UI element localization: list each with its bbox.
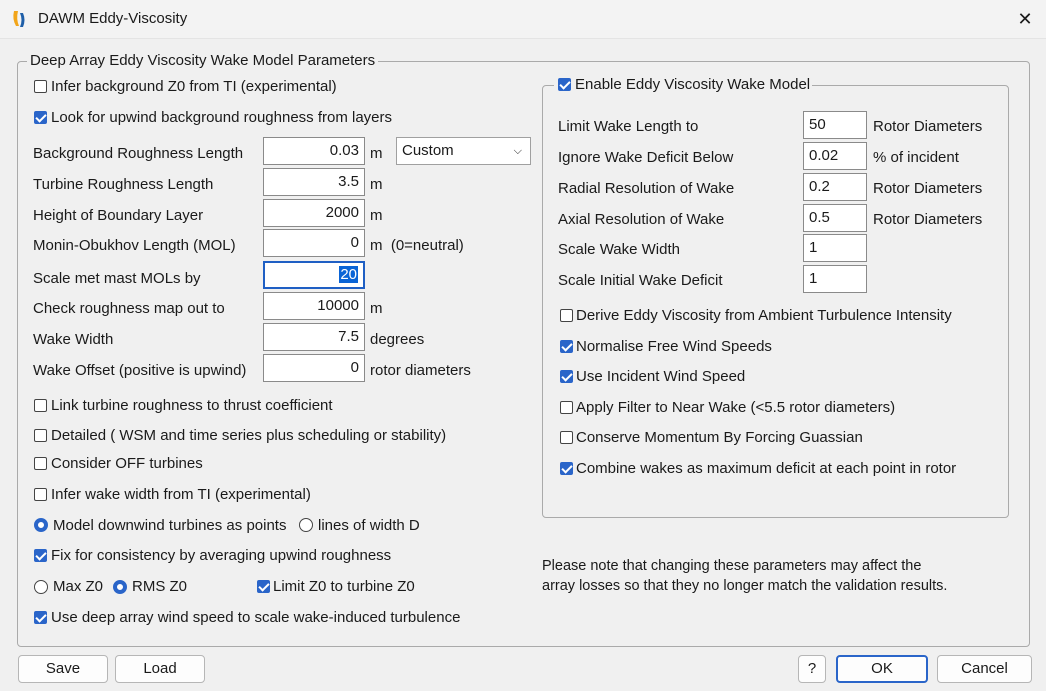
help-button[interactable]: ?: [798, 655, 826, 683]
derive-eddy-label: Derive Eddy Viscosity from Ambient Turbu…: [576, 307, 952, 324]
check-roughness-unit: m: [370, 300, 383, 317]
infer-wake-width-checkbox[interactable]: [34, 488, 47, 501]
check-roughness-input[interactable]: 10000: [263, 292, 365, 320]
limit-z0-label: Limit Z0 to turbine Z0: [273, 578, 415, 595]
fix-consistency-checkbox[interactable]: [34, 549, 47, 562]
wake-width-label: Wake Width: [33, 331, 114, 348]
boundary-layer-unit: m: [370, 207, 383, 224]
infer-z0-checkbox[interactable]: [34, 80, 47, 93]
infer-z0-label: Infer background Z0 from TI (experimenta…: [51, 78, 337, 95]
wake-offset-input[interactable]: 0: [263, 354, 365, 382]
conserve-label: Conserve Momentum By Forcing Guassian: [576, 429, 863, 446]
use-deep-array-checkbox[interactable]: [34, 611, 47, 624]
load-button[interactable]: Load: [115, 655, 205, 683]
roughness-preset-value: Custom: [402, 142, 454, 159]
combine-label: Combine wakes as maximum deficit at each…: [576, 460, 957, 477]
scale-mol-input[interactable]: 20: [263, 261, 365, 289]
model-points-radio[interactable]: [34, 518, 48, 532]
cancel-button[interactable]: Cancel: [937, 655, 1032, 683]
note-line-1: Please note that changing these paramete…: [542, 558, 922, 574]
app-logo-icon: [13, 11, 25, 27]
max-z0-radio[interactable]: [34, 580, 48, 594]
limit-wake-length-label: Limit Wake Length to: [558, 118, 699, 135]
ignore-deficit-unit: % of incident: [873, 149, 959, 166]
wake-offset-unit: rotor diameters: [370, 362, 471, 379]
mol-label: Monin-Obukhov Length (MOL): [33, 237, 236, 254]
radial-resolution-input[interactable]: 0.2: [803, 173, 867, 201]
derive-eddy-checkbox[interactable]: [560, 309, 573, 322]
consider-off-checkbox[interactable]: [34, 457, 47, 470]
axial-resolution-unit: Rotor Diameters: [873, 211, 983, 228]
lines-width-radio[interactable]: [299, 518, 313, 532]
boundary-layer-input[interactable]: 2000: [263, 199, 365, 227]
scale-initial-deficit-label: Scale Initial Wake Deficit: [558, 272, 723, 289]
scale-mol-label: Scale met mast MOLs by: [33, 270, 201, 287]
rms-z0-radio[interactable]: [113, 580, 127, 594]
limit-wake-length-unit: Rotor Diameters: [873, 118, 983, 135]
enable-eddy-checkbox[interactable]: [558, 78, 571, 91]
consider-off-label: Consider OFF turbines: [51, 455, 203, 472]
ignore-deficit-input[interactable]: 0.02: [803, 142, 867, 170]
window-title: DAWM Eddy-Viscosity: [38, 10, 188, 27]
look-upwind-label: Look for upwind background roughness fro…: [51, 109, 393, 126]
limit-wake-length-input[interactable]: 50: [803, 111, 867, 139]
turbine-roughness-unit: m: [370, 176, 383, 193]
detailed-checkbox[interactable]: [34, 429, 47, 442]
check-roughness-label: Check roughness map out to: [33, 300, 225, 317]
infer-wake-width-label: Infer wake width from TI (experimental): [51, 486, 311, 503]
mol-unit: m (0=neutral): [370, 237, 464, 254]
enable-eddy-label: Enable Eddy Viscosity Wake Model: [575, 76, 811, 93]
normalise-label: Normalise Free Wind Speeds: [576, 338, 772, 355]
filter-checkbox[interactable]: [560, 401, 573, 414]
normalise-checkbox[interactable]: [560, 340, 573, 353]
wake-width-input[interactable]: 7.5: [263, 323, 365, 351]
scale-wake-width-input[interactable]: 1: [803, 234, 867, 262]
fix-consistency-label: Fix for consistency by averaging upwind …: [51, 547, 392, 564]
background-roughness-input[interactable]: 0.03: [263, 137, 365, 165]
radial-resolution-label: Radial Resolution of Wake: [558, 180, 735, 197]
scale-mol-value: 20: [339, 266, 358, 283]
lines-width-label: lines of width D: [318, 517, 420, 534]
turbine-roughness-label: Turbine Roughness Length: [33, 176, 214, 193]
link-roughness-label: Link turbine roughness to thrust coeffic…: [51, 397, 333, 414]
rms-z0-label: RMS Z0: [132, 578, 188, 595]
wake-width-unit: degrees: [370, 331, 425, 348]
note-line-2: array losses so that they no longer matc…: [542, 578, 948, 594]
axial-resolution-label: Axial Resolution of Wake: [558, 211, 725, 228]
ignore-deficit-label: Ignore Wake Deficit Below: [558, 149, 734, 166]
radial-resolution-unit: Rotor Diameters: [873, 180, 983, 197]
axial-resolution-input[interactable]: 0.5: [803, 204, 867, 232]
detailed-label: Detailed ( WSM and time series plus sche…: [51, 427, 447, 444]
close-icon[interactable]: ✕: [1012, 6, 1038, 32]
background-roughness-unit: m: [370, 145, 383, 162]
model-points-label: Model downwind turbines as points: [53, 517, 287, 534]
ok-button[interactable]: OK: [836, 655, 928, 683]
mol-input[interactable]: 0: [263, 229, 365, 257]
max-z0-label: Max Z0: [53, 578, 104, 595]
link-roughness-checkbox[interactable]: [34, 399, 47, 412]
incident-label: Use Incident Wind Speed: [576, 368, 746, 385]
turbine-roughness-input[interactable]: 3.5: [263, 168, 365, 196]
limit-z0-checkbox[interactable]: [257, 580, 270, 593]
wake-offset-label: Wake Offset (positive is upwind): [33, 362, 247, 379]
roughness-preset-select[interactable]: Custom ⌵: [396, 137, 531, 165]
scale-wake-width-label: Scale Wake Width: [558, 241, 680, 258]
look-upwind-checkbox[interactable]: [34, 111, 47, 124]
save-button[interactable]: Save: [18, 655, 108, 683]
use-deep-array-label: Use deep array wind speed to scale wake-…: [51, 609, 461, 626]
conserve-checkbox[interactable]: [560, 431, 573, 444]
chevron-down-icon: ⌵: [513, 145, 522, 157]
incident-checkbox[interactable]: [560, 370, 573, 383]
filter-label: Apply Filter to Near Wake (<5.5 rotor di…: [576, 399, 896, 416]
scale-initial-deficit-input[interactable]: 1: [803, 265, 867, 293]
parameters-group-legend: Deep Array Eddy Viscosity Wake Model Par…: [27, 52, 379, 69]
combine-checkbox[interactable]: [560, 462, 573, 475]
boundary-layer-label: Height of Boundary Layer: [33, 207, 204, 224]
background-roughness-label: Background Roughness Length: [33, 145, 244, 162]
